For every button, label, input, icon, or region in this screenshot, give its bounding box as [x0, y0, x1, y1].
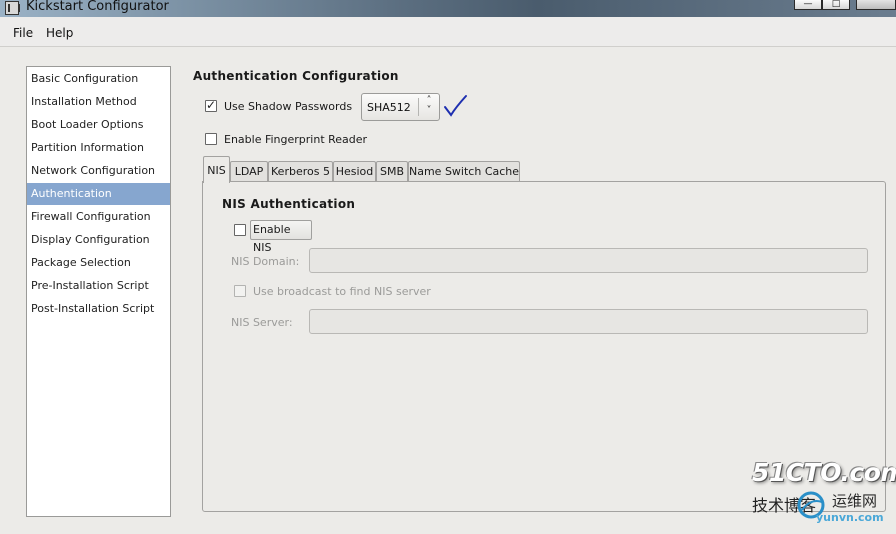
sidebar-item-pre-installation-script[interactable]: Pre-Installation Script [27, 275, 170, 297]
broadcast-checkbox[interactable] [234, 285, 246, 297]
hash-algorithm-value: SHA512 [367, 101, 411, 114]
fingerprint-reader-checkbox[interactable] [205, 133, 217, 145]
watermark-subtitle-2: 运维网 [832, 492, 878, 510]
annotation-checkmark-icon [444, 95, 467, 117]
title-bar: Kickstart Configurator — □ [0, 0, 896, 17]
sidebar-item-authentication[interactable]: Authentication [27, 183, 170, 205]
minimize-button[interactable]: — [794, 0, 822, 10]
sidebar-item-network-configuration[interactable]: Network Configuration [27, 160, 170, 182]
window-title: Kickstart Configurator [26, 0, 169, 14]
tab-nis[interactable]: NIS [203, 156, 230, 183]
menu-help[interactable]: Help [46, 26, 73, 40]
section-title: Authentication Configuration [193, 69, 399, 83]
sidebar-item-post-installation-script[interactable]: Post-Installation Script [27, 298, 170, 320]
tab-ldap[interactable]: LDAP [230, 161, 268, 182]
sidebar-item-installation-method[interactable]: Installation Method [27, 91, 170, 113]
tab-kerberos-5[interactable]: Kerberos 5 [268, 161, 333, 182]
shadow-passwords-checkbox[interactable] [205, 98, 217, 112]
watermark-url: yunvn.com [816, 511, 884, 524]
tab-hesiod[interactable]: Hesiod [333, 161, 376, 182]
sidebar-item-package-selection[interactable]: Package Selection [27, 252, 170, 274]
sidebar-item-partition-information[interactable]: Partition Information [27, 137, 170, 159]
nis-panel-title: NIS Authentication [222, 197, 356, 211]
sidebar-item-boot-loader-options[interactable]: Boot Loader Options [27, 114, 170, 136]
combo-separator [418, 98, 419, 116]
app-icon [5, 1, 20, 15]
nis-server-label: NIS Server: [231, 316, 293, 329]
fingerprint-reader-label: Enable Fingerprint Reader [224, 133, 368, 146]
enable-nis-checkbox[interactable] [234, 224, 246, 236]
watermark-logo-text: 51CTO.com [752, 458, 896, 487]
hash-algorithm-select[interactable]: SHA512 ˄ ˅ [361, 93, 440, 121]
nis-domain-label: NIS Domain: [231, 255, 300, 268]
sidebar-item-firewall-configuration[interactable]: Firewall Configuration [27, 206, 170, 228]
nis-server-input[interactable] [309, 309, 868, 334]
sidebar-item-display-configuration[interactable]: Display Configuration [27, 229, 170, 251]
maximize-button[interactable]: □ [822, 0, 850, 10]
shadow-passwords-label: Use Shadow Passwords [224, 100, 353, 113]
tab-name-switch-cache[interactable]: Name Switch Cache [408, 161, 520, 182]
menu-bar: File Help [0, 17, 896, 47]
broadcast-label: Use broadcast to find NIS server [253, 285, 431, 298]
nis-domain-input[interactable] [309, 248, 868, 273]
window-controls: — □ [794, 0, 896, 17]
close-button[interactable] [856, 0, 896, 10]
enable-nis-label[interactable]: Enable NIS [250, 220, 312, 254]
category-list: Basic Configuration Installation Method … [26, 66, 171, 517]
tab-smb[interactable]: SMB [376, 161, 408, 182]
sidebar-item-basic-configuration[interactable]: Basic Configuration [27, 68, 170, 90]
menu-file[interactable]: File [13, 26, 33, 40]
chevron-up-down-icon: ˄ ˅ [426, 95, 432, 116]
